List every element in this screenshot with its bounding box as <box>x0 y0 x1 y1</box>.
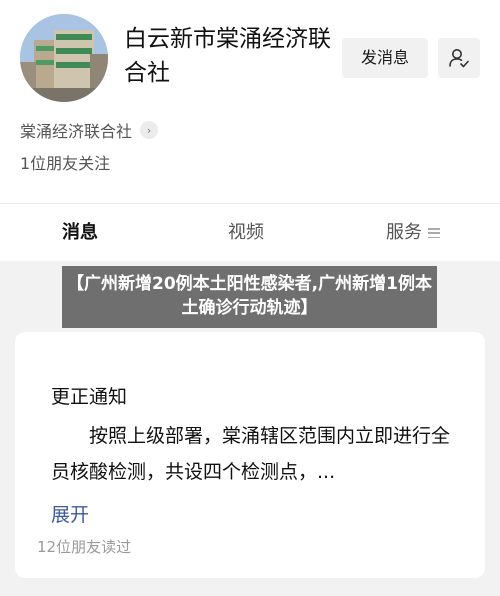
expand-link[interactable]: 展开 <box>51 500 89 527</box>
tab-services[interactable]: 服务 <box>386 204 440 262</box>
account-header: 白云新市棠涌经济联合社 发消息 棠涌经济联合社 › 1位朋友关注 <box>0 0 500 203</box>
readers-count: 12位朋友读过 <box>37 538 132 556</box>
account-avatar[interactable] <box>20 14 108 102</box>
friends-follow-count: 1位朋友关注 <box>20 154 111 173</box>
chevron-right-icon: › <box>140 121 159 139</box>
follow-button[interactable] <box>438 38 480 78</box>
card-title: 更正通知 <box>51 386 128 408</box>
tab-videos[interactable]: 视频 <box>228 204 264 262</box>
card-body-text: 按照上级部署，棠涌辖区范围内立即进行全员核酸检测，共设四个检测点，... <box>51 425 451 483</box>
menu-icon <box>428 228 440 238</box>
tab-messages[interactable]: 消息 <box>62 204 98 262</box>
send-message-button[interactable]: 发消息 <box>342 38 428 78</box>
org-link[interactable]: 棠涌经济联合社 › <box>20 118 159 142</box>
tab-services-label: 服务 <box>386 222 422 243</box>
card-body: 按照上级部署，棠涌辖区范围内立即进行全员核酸检测，共设四个检测点，... <box>51 418 451 490</box>
headline-overlay: 【广州新增20例本土阳性感染者,广州新增1例本土确诊行动轨迹】 <box>62 266 437 328</box>
tab-bar: 消息 视频 服务 <box>0 203 500 261</box>
message-card[interactable]: 更正通知 按照上级部署，棠涌辖区范围内立即进行全员核酸检测，共设四个检测点，..… <box>15 332 485 578</box>
user-check-icon <box>449 49 469 68</box>
account-name: 白云新市棠涌经济联合社 <box>124 26 331 86</box>
building-photo-icon <box>20 14 108 102</box>
org-label: 棠涌经济联合社 <box>20 122 133 141</box>
